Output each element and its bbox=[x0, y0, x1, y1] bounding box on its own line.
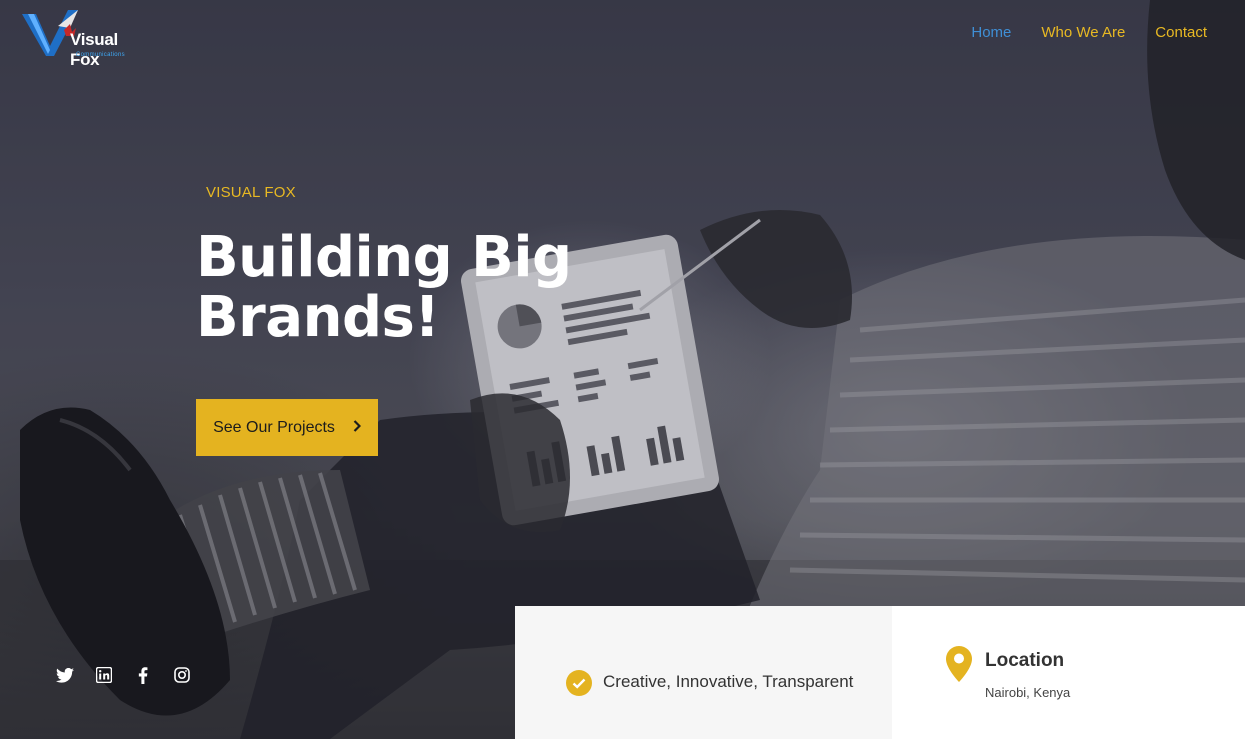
location-pin-icon bbox=[946, 646, 972, 682]
nav-contact-link[interactable]: Contact bbox=[1155, 24, 1207, 41]
site-logo[interactable]: Visual Fox Communications bbox=[20, 8, 140, 69]
nav-home-link[interactable]: Home bbox=[971, 24, 1011, 41]
logo-wordmark: Visual Fox bbox=[70, 30, 118, 69]
main-nav: Home Who We Are Contact bbox=[971, 24, 1207, 41]
location-panel bbox=[892, 606, 1245, 739]
twitter-icon[interactable] bbox=[56, 666, 74, 684]
see-our-projects-button[interactable]: See Our Projects bbox=[196, 399, 378, 456]
hero-headline: Building Big Brands! bbox=[196, 225, 572, 350]
facebook-icon[interactable] bbox=[134, 666, 152, 684]
cta-label: See Our Projects bbox=[213, 418, 335, 436]
logo-tagline: Communications bbox=[76, 52, 125, 58]
check-circle-icon bbox=[566, 670, 592, 696]
location-value: Nairobi, Kenya bbox=[985, 685, 1071, 700]
values-tagline: Creative, Innovative, Transparent bbox=[603, 672, 854, 691]
hero-eyebrow: VISUAL FOX bbox=[206, 184, 296, 201]
instagram-icon[interactable] bbox=[173, 666, 191, 684]
chevron-right-icon bbox=[353, 419, 361, 436]
linkedin-icon[interactable] bbox=[95, 666, 113, 684]
location-title: Location bbox=[985, 650, 1065, 671]
nav-who-we-are-link[interactable]: Who We Are bbox=[1041, 24, 1125, 41]
social-links bbox=[56, 666, 191, 684]
